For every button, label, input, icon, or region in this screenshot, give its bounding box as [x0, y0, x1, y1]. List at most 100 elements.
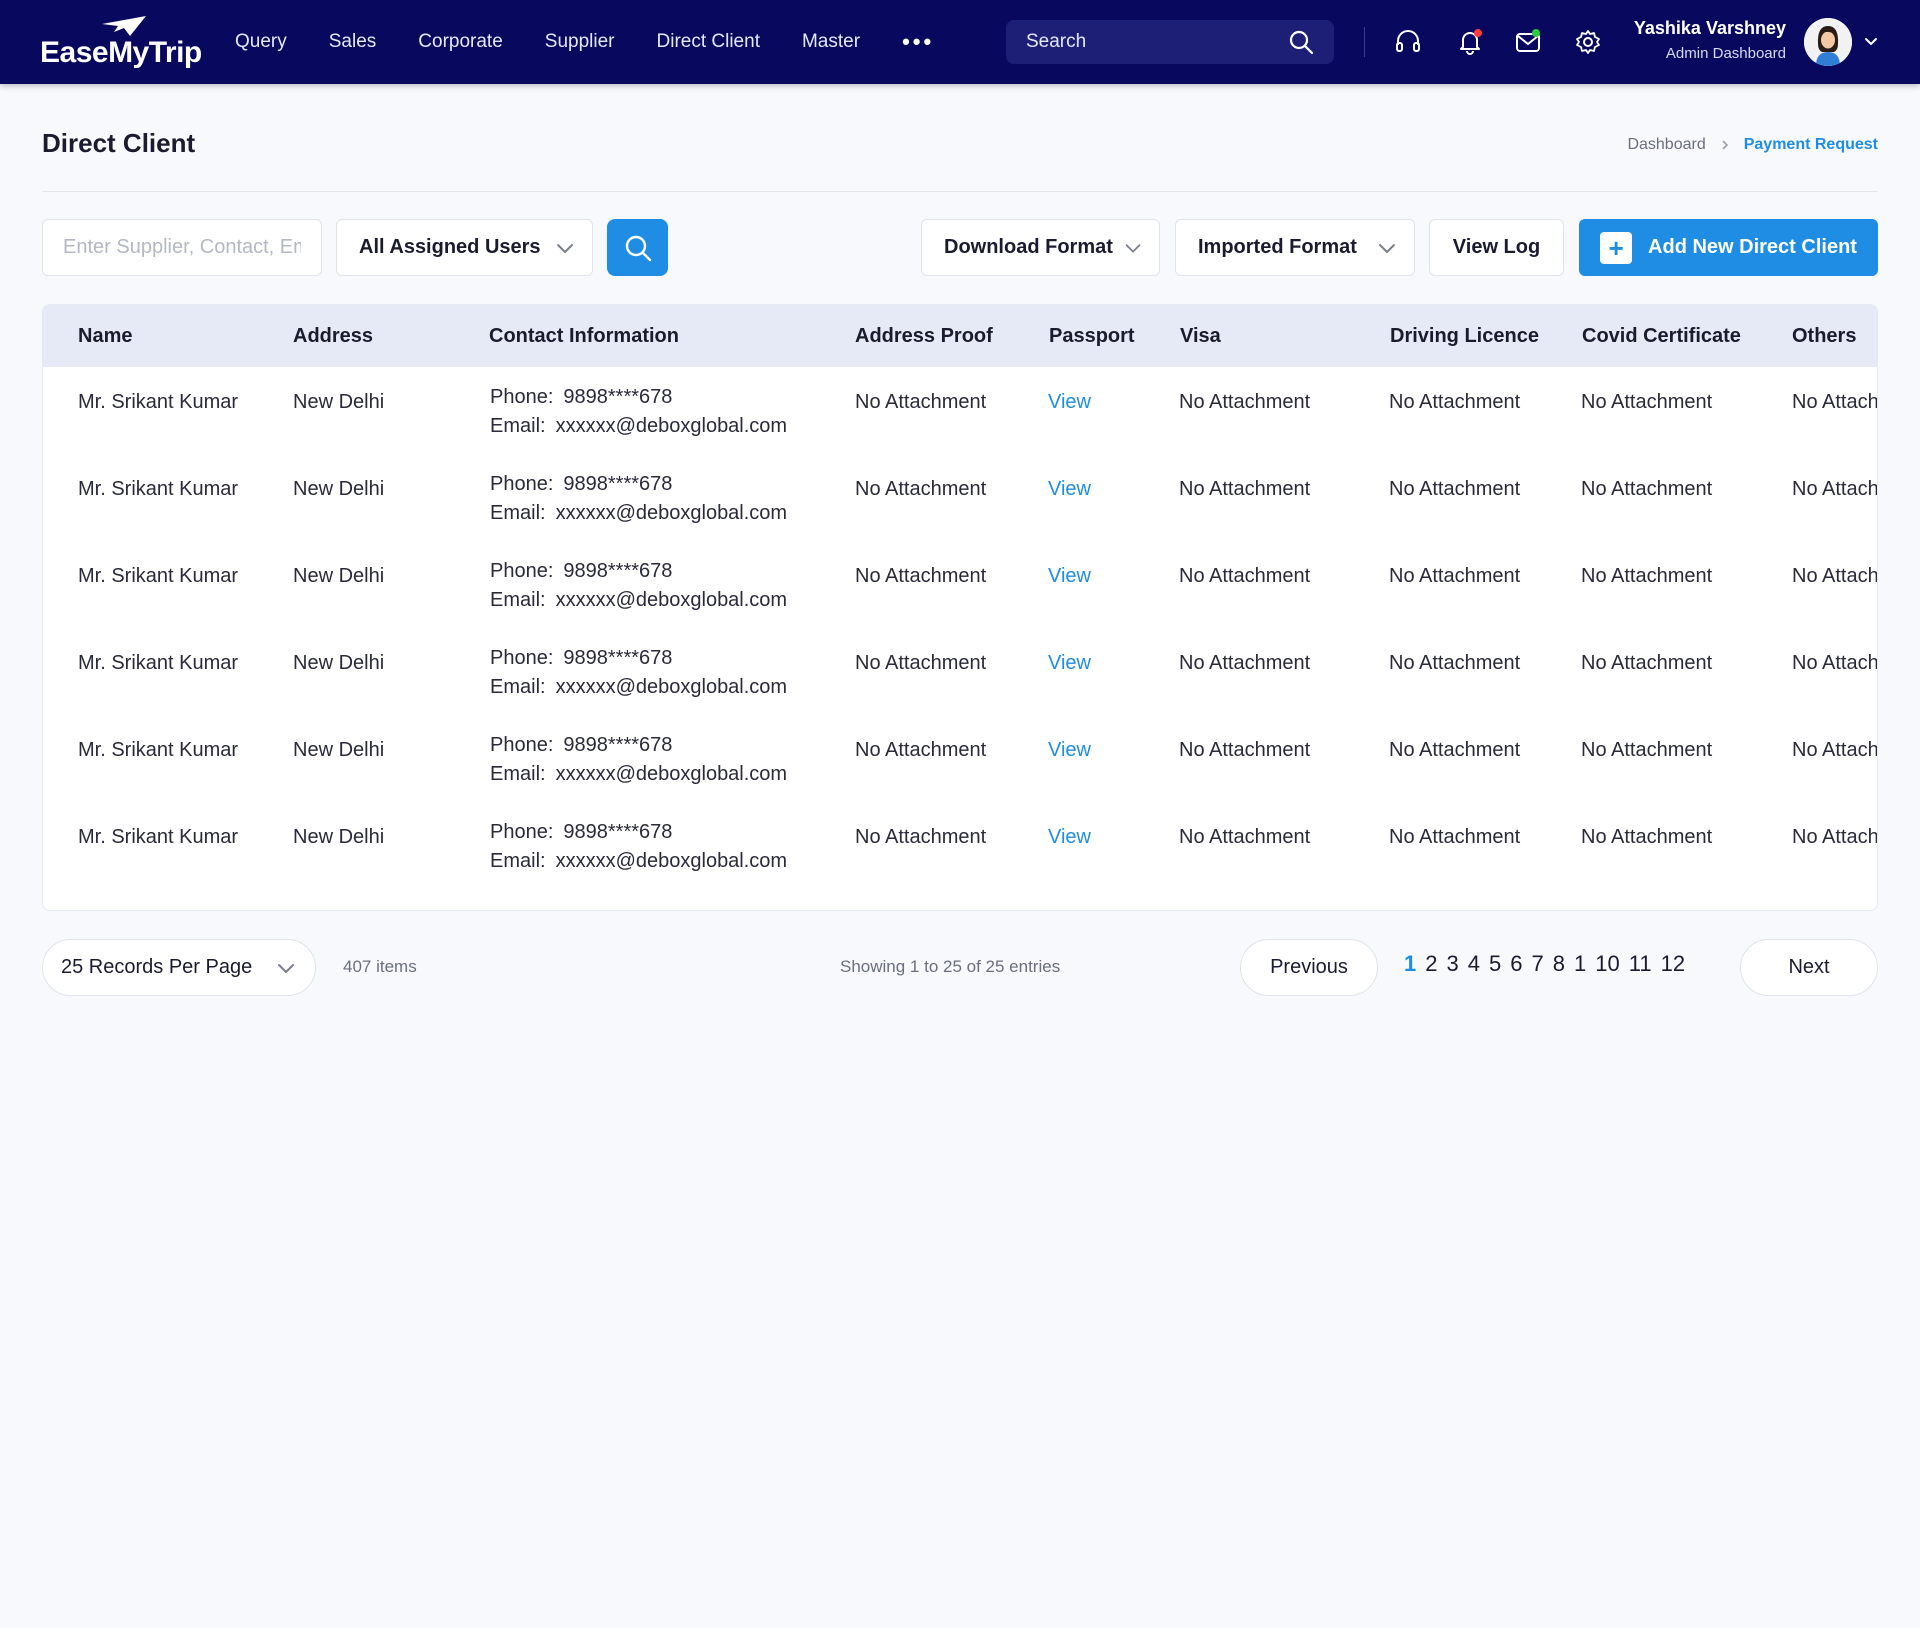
- notification-badge-dot: [1474, 29, 1482, 37]
- column-header-passport[interactable]: Passport: [1049, 325, 1135, 348]
- global-search-input[interactable]: [1026, 31, 1288, 53]
- cell-visa: No Attachment: [1179, 478, 1311, 500]
- column-header-others[interactable]: Others: [1792, 325, 1856, 348]
- filter-search-button[interactable]: [607, 219, 668, 276]
- page-number[interactable]: 6: [1510, 951, 1522, 977]
- cell-address-proof: No Attachment: [855, 565, 987, 587]
- contact-phone-value: 9898****678: [563, 734, 673, 756]
- contact-email-label: Email:: [490, 589, 546, 611]
- page-number[interactable]: 3: [1447, 951, 1459, 977]
- cell-passport-view-link[interactable]: View: [1048, 739, 1091, 762]
- column-header-address[interactable]: Address: [293, 325, 373, 348]
- table-row: Mr. Srikant Kumar New Delhi No Attachment V…: [43, 628, 1877, 715]
- user-name: Yashika Varshney: [1633, 18, 1786, 38]
- gear-settings-icon[interactable]: [1574, 28, 1602, 56]
- page-number[interactable]: 10: [1595, 951, 1619, 977]
- search-icon[interactable]: [1288, 29, 1314, 55]
- contact-email: Email: xxxxxx@deboxglobal.com: [490, 847, 787, 876]
- page-number[interactable]: 11: [1629, 951, 1652, 977]
- cell-covid-certificate: No Attachment: [1581, 826, 1713, 848]
- contact-phone-value: 9898****678: [563, 821, 673, 843]
- page-title: Direct Client: [42, 128, 196, 158]
- chevron-down-icon: [1125, 243, 1141, 253]
- add-direct-client-button[interactable]: + Add New Direct Client: [1579, 219, 1878, 276]
- header-divider: [1364, 27, 1365, 57]
- global-search: [1006, 20, 1334, 64]
- records-per-page-select[interactable]: 25 Records Per Page: [42, 939, 316, 996]
- page-number[interactable]: 5: [1489, 951, 1501, 977]
- chevron-down-icon[interactable]: [1862, 32, 1880, 50]
- next-page-button[interactable]: Next: [1740, 939, 1878, 996]
- assigned-users-label: All Assigned Users: [359, 236, 541, 258]
- column-header-driving-licence[interactable]: Driving Licence: [1390, 325, 1539, 348]
- nav-item-supplier[interactable]: Supplier: [545, 31, 615, 53]
- contact-phone: Phone: 9898****678: [490, 644, 787, 673]
- imported-format-select[interactable]: Imported Format: [1175, 219, 1415, 276]
- user-info[interactable]: Yashika Varshney Admin Dashboard: [1620, 18, 1786, 62]
- page-number[interactable]: 2: [1425, 951, 1437, 977]
- nav-item-sales[interactable]: Sales: [329, 31, 377, 53]
- cell-contact-information: Phone: 9898****678 Email: xxxxxx@deboxgloba…: [490, 818, 787, 876]
- nav-item-direct-client[interactable]: Direct Client: [657, 31, 760, 53]
- contact-email-value: xxxxxx@deboxglobal.com: [555, 763, 788, 785]
- assigned-users-select[interactable]: All Assigned Users: [336, 219, 593, 276]
- download-format-select[interactable]: Download Format: [921, 219, 1160, 276]
- column-header-covid-certificate[interactable]: Covid Certificate: [1582, 325, 1741, 348]
- cell-passport-view-link[interactable]: View: [1048, 565, 1091, 588]
- cell-driving-licence: No Attachment: [1389, 478, 1521, 500]
- contact-email: Email: xxxxxx@deboxglobal.com: [490, 760, 787, 789]
- direct-client-table: Name Address Contact Information Address…: [42, 304, 1878, 911]
- column-header-contact[interactable]: Contact Information: [489, 325, 679, 348]
- filter-search-input[interactable]: [42, 219, 322, 276]
- plus-icon: +: [1600, 231, 1633, 264]
- column-header-address-proof[interactable]: Address Proof: [855, 325, 993, 348]
- cell-address-proof: No Attachment: [855, 739, 987, 761]
- cell-address: New Delhi: [293, 391, 385, 413]
- breadcrumb: Dashboard Payment Request: [1627, 136, 1878, 154]
- breadcrumb-dashboard[interactable]: Dashboard: [1627, 136, 1705, 154]
- table-row: Mr. Srikant Kumar New Delhi No Attachment V…: [43, 802, 1878, 889]
- previous-page-button[interactable]: Previous: [1240, 939, 1378, 996]
- contact-phone-label: Phone:: [490, 734, 554, 756]
- contact-email: Email: xxxxxx@deboxglobal.com: [490, 499, 787, 528]
- view-log-button[interactable]: View Log: [1429, 219, 1564, 276]
- column-header-name[interactable]: Name: [78, 325, 132, 348]
- cell-address-proof: No Attachment: [855, 652, 987, 674]
- cell-address: New Delhi: [293, 565, 385, 587]
- cell-name: Mr. Srikant Kumar: [78, 739, 239, 761]
- cell-passport-view-link[interactable]: View: [1048, 652, 1091, 675]
- brand-logo[interactable]: EaseMyTrip: [40, 14, 202, 70]
- nav-item-query[interactable]: Query: [235, 31, 287, 53]
- page-number[interactable]: 7: [1532, 951, 1544, 977]
- chevron-down-icon: [1379, 243, 1395, 253]
- contact-email-value: xxxxxx@deboxglobal.com: [555, 676, 788, 698]
- contact-phone-label: Phone:: [490, 473, 554, 495]
- page-number[interactable]: 1: [1574, 951, 1586, 977]
- avatar[interactable]: [1804, 18, 1852, 66]
- page-number[interactable]: 1: [1404, 951, 1416, 977]
- contact-phone: Phone: 9898****678: [490, 818, 787, 847]
- cell-passport-view-link[interactable]: View: [1048, 391, 1091, 414]
- table-row: Mr. Srikant Kumar New Delhi No Attachment V…: [43, 541, 1877, 628]
- contact-phone-value: 9898****678: [563, 560, 673, 582]
- imported-format-label: Imported Format: [1198, 236, 1357, 258]
- nav-item-master[interactable]: Master: [802, 31, 860, 53]
- cell-contact-information: Phone: 9898****678 Email: xxxxxx@deboxgloba…: [490, 644, 787, 702]
- nav-more-button[interactable]: •••: [902, 29, 934, 55]
- column-header-visa[interactable]: Visa: [1180, 325, 1221, 348]
- nav-item-corporate[interactable]: Corporate: [418, 31, 503, 53]
- cell-others: No Attachment: [1792, 826, 1878, 848]
- download-format-label: Download Format: [944, 236, 1113, 258]
- headset-support-icon[interactable]: [1394, 28, 1422, 56]
- chevron-down-icon: [557, 243, 573, 253]
- cell-address: New Delhi: [293, 826, 385, 848]
- page-number[interactable]: 4: [1468, 951, 1480, 977]
- page-numbers: 1 2 3 4 5 6 7 8 1 10 11 12: [1404, 951, 1694, 977]
- contact-email-value: xxxxxx@deboxglobal.com: [555, 502, 788, 524]
- page-number[interactable]: 12: [1661, 951, 1685, 977]
- cell-contact-information: Phone: 9898****678 Email: xxxxxx@deboxgloba…: [490, 557, 787, 615]
- brand-logo-text: EaseMyTrip: [40, 36, 202, 69]
- cell-passport-view-link[interactable]: View: [1048, 826, 1091, 849]
- page-number[interactable]: 8: [1553, 951, 1565, 977]
- cell-passport-view-link[interactable]: View: [1048, 478, 1091, 501]
